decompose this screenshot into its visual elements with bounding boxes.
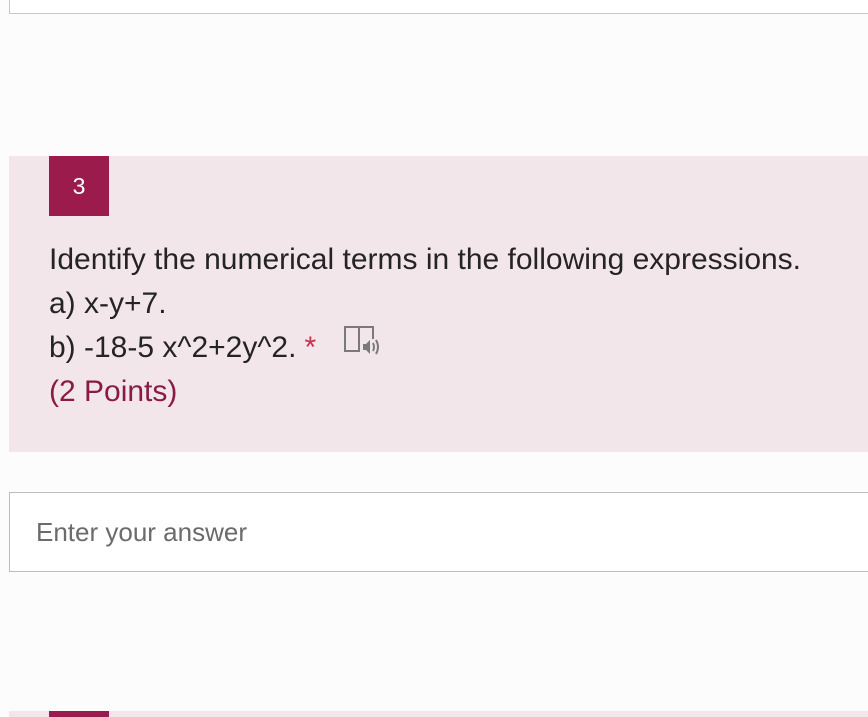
required-marker: *	[304, 331, 317, 364]
answer-input[interactable]	[9, 492, 868, 572]
question-card: 3 Identify the numerical terms in the fo…	[9, 156, 868, 452]
question-part-b-line: b) -18-5 x^2+2y^2. *	[49, 323, 868, 370]
question-part-b: b) -18-5 x^2+2y^2.	[49, 331, 297, 364]
immersive-reader-icon[interactable]	[342, 323, 380, 370]
question-number-badge: 3	[49, 156, 109, 216]
form-page: 3 Identify the numerical terms in the fo…	[0, 0, 868, 717]
question-number: 3	[72, 172, 86, 199]
question-title: Identify the numerical terms in the foll…	[49, 243, 802, 276]
question-text: Identify the numerical terms in the foll…	[49, 238, 868, 414]
question-part-a: a) x-y+7.	[49, 287, 167, 320]
question-points: (2 Points)	[49, 375, 178, 408]
next-question-card	[9, 711, 868, 717]
next-question-number-badge	[49, 711, 109, 717]
previous-answer-input[interactable]	[9, 0, 868, 14]
